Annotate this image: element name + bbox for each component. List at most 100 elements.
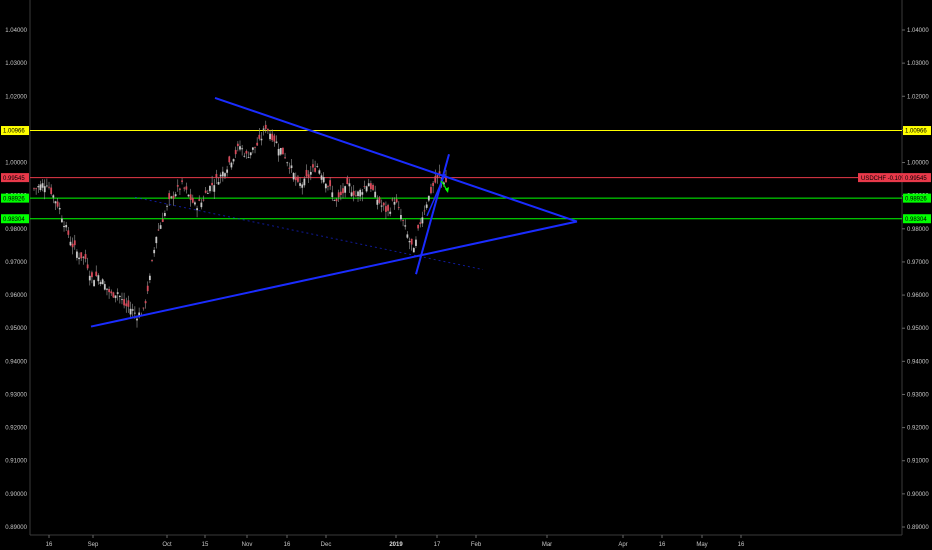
candle-body — [127, 300, 130, 307]
x-tick-label: 2019 — [389, 542, 403, 548]
candle-body — [243, 155, 246, 157]
x-tick-label: Mar — [542, 542, 552, 548]
candle-body — [33, 188, 35, 190]
candle-body — [421, 217, 424, 224]
candle-body — [35, 188, 38, 190]
candle-body — [279, 148, 282, 155]
candle-body — [425, 204, 428, 208]
candle-body — [436, 175, 439, 178]
y-tick-label-right: 1.00000 — [907, 161, 929, 167]
y-tick-label-right: 0.95000 — [907, 326, 929, 332]
candle-body — [230, 162, 233, 168]
candle-body — [50, 187, 53, 194]
candle-body — [264, 124, 267, 129]
candle-body — [357, 191, 359, 197]
y-tick-label-left: 1.04000 — [5, 28, 27, 34]
candle-body — [133, 312, 136, 314]
candle-body — [427, 195, 430, 201]
candle-body — [249, 152, 252, 156]
candle-body — [256, 142, 259, 146]
y-tick-label-right: 0.92000 — [907, 426, 929, 432]
candle-body — [352, 190, 355, 196]
candle-body — [286, 162, 289, 164]
x-tick-label: 16 — [659, 542, 666, 548]
candle-body — [179, 188, 181, 190]
candle-body — [196, 208, 198, 211]
candle-body — [41, 183, 44, 188]
candle-body — [284, 157, 286, 159]
price-tag-right-label: 0.98926 — [905, 196, 927, 202]
candle-body — [67, 230, 70, 235]
candle-body — [271, 133, 274, 141]
candle-body — [163, 213, 166, 216]
candle-body — [95, 271, 98, 276]
price-chart[interactable]: 1.040001.030001.020001.010001.000000.990… — [0, 0, 932, 550]
candle-body — [206, 193, 209, 194]
candle-body — [172, 195, 175, 199]
candle-body — [404, 225, 407, 227]
candle-body — [382, 202, 385, 206]
y-tick-label-left: 0.96000 — [5, 293, 27, 299]
candle-body — [131, 309, 134, 311]
price-tag-right-label: 1.00966 — [905, 129, 927, 135]
candle-body — [146, 285, 149, 292]
candle-body — [170, 196, 173, 198]
candle-body — [391, 199, 394, 201]
candle-body — [350, 192, 353, 197]
candle-body — [110, 291, 113, 294]
candle-body — [159, 225, 162, 229]
candle-body — [359, 189, 362, 197]
candle-body — [101, 279, 104, 285]
candle-body — [129, 308, 132, 315]
y-tick-label-right: 0.93000 — [907, 392, 929, 398]
candle-body — [393, 201, 396, 205]
candle-body — [251, 147, 254, 150]
y-tick-label-left: 0.95000 — [5, 326, 27, 332]
candle-body — [60, 218, 63, 223]
candle-body — [209, 185, 211, 192]
candle-body — [277, 149, 280, 156]
candle-body — [189, 194, 192, 200]
y-tick-label-right: 1.04000 — [907, 28, 929, 34]
price-tag-left-label: 1.00966 — [3, 129, 25, 135]
candle-body — [282, 147, 284, 155]
candle-body — [148, 275, 151, 281]
candle-body — [144, 301, 147, 304]
candle-body — [410, 238, 413, 245]
y-tick-label-left: 0.97000 — [5, 260, 27, 266]
candle-body — [106, 288, 108, 290]
candle-body — [301, 184, 304, 188]
candle-body — [273, 135, 276, 142]
candle-body — [43, 186, 46, 193]
candle-body — [389, 211, 392, 214]
candle-body — [361, 192, 364, 195]
candle-body — [54, 201, 57, 204]
candle-body — [176, 185, 179, 187]
y-tick-label-left: 0.93000 — [5, 392, 27, 398]
candle-body — [376, 199, 379, 205]
candle-body — [363, 186, 366, 187]
y-tick-label-left: 0.90000 — [5, 492, 27, 498]
candle-body — [307, 174, 310, 178]
price-tag-right-label: 0.98304 — [905, 217, 927, 223]
candle-body — [69, 241, 72, 246]
x-tick-label: Apr — [618, 542, 627, 548]
candle-body — [116, 292, 119, 294]
candle-body — [232, 159, 235, 162]
candle-body — [245, 151, 248, 154]
candle-body — [275, 141, 278, 143]
candle-body — [73, 240, 76, 246]
candle-body — [374, 191, 377, 198]
candle-body — [303, 178, 306, 186]
candle-body — [161, 218, 164, 222]
candle-body — [52, 195, 55, 198]
candle-body — [297, 176, 299, 182]
candle-body — [37, 186, 40, 188]
candle-body — [395, 199, 398, 203]
x-tick-label: Sep — [88, 542, 99, 548]
candle-body — [247, 156, 250, 158]
candle-body — [125, 303, 128, 307]
candle-body — [241, 148, 244, 150]
candle-body — [397, 207, 400, 208]
candle-body — [185, 186, 188, 190]
